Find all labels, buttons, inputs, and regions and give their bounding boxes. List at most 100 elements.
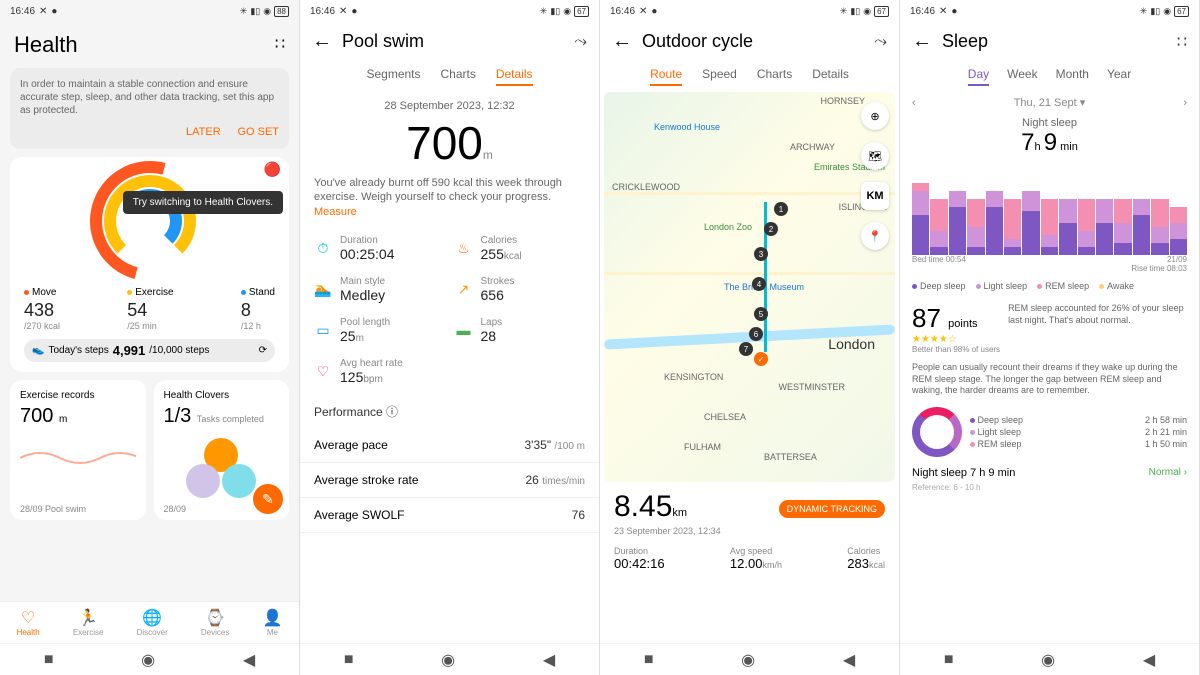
tab-details[interactable]: Details [812,67,849,86]
laps-icon: ▬ [455,321,473,339]
progress-message: You've already burnt off 590 kcal this w… [300,170,599,225]
map-pin-icon[interactable]: 📍 [861,222,889,250]
nav-back[interactable]: ◀ [243,650,255,670]
page-title: Outdoor cycle [642,31,864,52]
tab-year[interactable]: Year [1107,67,1131,86]
pool-icon: ▭ [314,321,332,339]
stand-stat: Stand8/12 h [241,287,275,331]
health-clovers-card[interactable]: Health Clovers 1/3 Tasks completed ✎ 28/… [154,380,290,520]
tab-week[interactable]: Week [1007,67,1037,86]
tab-month[interactable]: Month [1056,67,1089,86]
route-icon[interactable]: ⤳ [874,33,887,51]
sleep-score: 87 points ★★★★☆ Better than 98% of users [912,303,1000,354]
performance-header: Performance ⓘ [300,395,599,428]
sleep-legend: Deep sleep Light sleep REM sleep Awake [900,273,1199,299]
page-title: Pool swim [342,31,564,52]
clovers-icon [186,438,256,508]
status-bar: 16:46✕●✳▮▯◉67 [900,0,1199,22]
cycle-tabs: Route Speed Charts Details [600,61,899,92]
dynamic-tracking-badge[interactable]: DYNAMIC TRACKING [779,500,885,518]
nav-recent[interactable]: ■ [44,651,54,669]
swim-icon: 🏊 [314,280,332,298]
next-day-icon[interactable]: › [1183,97,1187,109]
route-icon[interactable]: ⤳ [574,33,587,51]
back-icon[interactable]: ← [312,30,332,53]
heart-icon: ♡ [314,362,332,380]
page-title: Health [0,22,299,68]
move-stat: Move438/270 kcal [24,287,60,331]
stroke-rate-row: Average stroke rate26 times/min [300,463,599,498]
night-summary-row[interactable]: Night sleep 7 h 9 minNormal › [900,463,1199,483]
map-center-icon[interactable]: ⊕ [861,102,889,130]
activity-rings-card[interactable]: 🔴 Try switching to Health Clovers. Move4… [10,157,289,372]
sleep-tabs: Day Week Month Year [900,61,1199,92]
android-nav: ■◉◀ [300,643,599,675]
more-icon[interactable]: ∷ [1177,32,1187,52]
back-icon[interactable]: ← [612,30,632,53]
tab-charts[interactable]: Charts [441,67,476,86]
swolf-row: Average SWOLF76 [300,498,599,533]
page-title: Sleep [942,31,1167,52]
calories-stat: Calories283kcal [847,546,885,571]
calories-stat: ♨Calories255kcal [455,235,586,262]
nav-home[interactable]: ◉ [141,650,155,670]
measure-link[interactable]: Measure [314,206,357,218]
swim-distance: 700m [300,116,599,170]
activity-rings [90,167,210,267]
timer-icon: ⏱ [314,239,332,257]
exercise-stat: Exercise54/25 min [127,287,173,331]
map-km-button[interactable]: KM [861,182,889,210]
swim-tabs: Segments Charts Details [300,61,599,92]
sleep-breakdown: Deep sleep2 h 58 min Light sleep2 h 21 m… [970,413,1187,451]
duration-stat: Duration00:42:16 [614,546,665,571]
clovers-badge-icon: 🔴 [264,161,281,178]
clovers-tooltip: Try switching to Health Clovers. [123,191,283,214]
android-nav: ■ ◉ ◀ [0,643,299,675]
protection-warning: In order to maintain a stable connection… [10,68,289,149]
tab-discover[interactable]: 🌐Discover [137,608,168,637]
tab-exercise[interactable]: 🏃Exercise [73,608,104,637]
compose-fab[interactable]: ✎ [253,484,283,514]
sleep-hypnogram[interactable] [912,165,1187,255]
style-stat: 🏊Main styleMedley [314,276,445,303]
tab-me[interactable]: 👤Me [262,608,282,637]
dream-info: People can usually recount their dreams … [900,358,1199,401]
tab-charts[interactable]: Charts [757,67,792,86]
tab-segments[interactable]: Segments [366,67,420,86]
route-map[interactable]: HORNSEY Kenwood House ARCHWAY Emirates S… [604,92,895,482]
status-bar: 16:46✕●✳▮▯◉67 [300,0,599,22]
android-nav: ■◉◀ [900,643,1199,675]
tab-route[interactable]: Route [650,67,682,86]
hr-stat: ♡Avg heart rate125bpm [314,358,445,385]
tab-health[interactable]: ♡Health [17,608,40,637]
goset-button[interactable]: GO SET [237,126,279,138]
prev-day-icon[interactable]: ‹ [912,97,916,109]
date-picker[interactable]: Thu, 21 Sept ▾ [1014,96,1086,109]
strokes-stat: ↗Strokes656 [455,276,586,303]
swim-wave-icon [20,428,136,468]
pace-row: Average pace3'35" /100 m [300,428,599,463]
tab-devices[interactable]: ⌚Devices [201,608,229,637]
steps-bar[interactable]: 👟Today's steps 4,991/10,000 steps⟳ [24,339,275,362]
status-bar: 16:46✕●✳▮▯◉67 [600,0,899,22]
later-button[interactable]: LATER [186,126,221,138]
status-bar: 16:46✕● ✳▮▯◉88 [0,0,299,22]
tab-speed[interactable]: Speed [702,67,737,86]
pool-stat: ▭Pool length25m [314,317,445,344]
bottom-tabs: ♡Health 🏃Exercise 🌐Discover ⌚Devices 👤Me [0,601,299,643]
sleep-donut [912,407,962,457]
speed-stat: Avg speed12.00km/h [730,546,782,571]
android-nav: ■◉◀ [600,643,899,675]
map-layers-icon[interactable]: 🗺 [861,142,889,170]
rem-summary: REM sleep accounted for 26% of your slee… [1008,303,1187,354]
activity-date: 28 September 2023, 12:32 [300,100,599,112]
more-icon[interactable]: ∷ [275,34,285,54]
tab-details[interactable]: Details [496,67,533,86]
tab-day[interactable]: Day [968,67,989,86]
exercise-records-card[interactable]: Exercise records 700 m 28/09 Pool swim [10,380,146,520]
laps-stat: ▬Laps28 [455,317,586,344]
duration-stat: ⏱Duration00:25:04 [314,235,445,262]
night-sleep-label: Night sleep [900,117,1199,129]
fire-icon: ♨ [455,239,473,257]
back-icon[interactable]: ← [912,30,932,53]
